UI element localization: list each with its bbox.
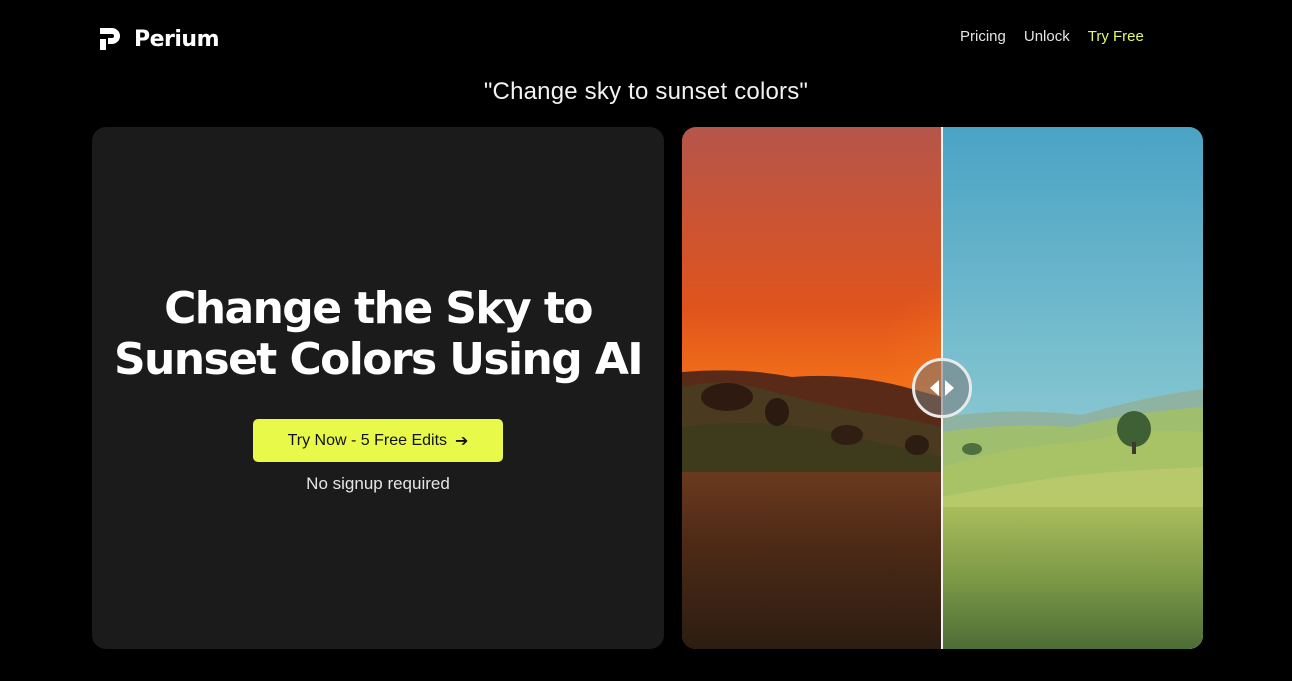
- try-now-button[interactable]: Try Now - 5 Free Edits ➔: [253, 419, 503, 462]
- compare-handle-icon[interactable]: [912, 358, 972, 418]
- arrow-right-icon: ➔: [455, 432, 469, 450]
- prompt-text: "Change sky to sunset colors": [483, 78, 809, 105]
- page: Perium Pricing Unlock Try Free "Change s…: [0, 0, 1292, 681]
- site-header: Perium Pricing Unlock Try Free: [0, 0, 1292, 78]
- perium-logo-icon: [100, 28, 120, 50]
- nav-pricing-link[interactable]: Pricing: [960, 28, 1006, 45]
- chevron-left-icon: [930, 380, 939, 396]
- hero-card: Change the Sky to Sunset Colors Using AI…: [92, 127, 664, 649]
- before-after-comparison[interactable]: [682, 127, 1203, 649]
- nav-unlock-link[interactable]: Unlock: [1024, 28, 1070, 45]
- main-nav: Pricing Unlock Try Free: [960, 28, 1144, 45]
- hero-title-line-2: Sunset Colors Using AI: [113, 334, 644, 385]
- brand-logo[interactable]: Perium: [98, 24, 220, 54]
- chevron-right-icon: [945, 380, 954, 396]
- hero-title-line-1: Change the Sky to: [164, 283, 593, 334]
- nav-try-free-link[interactable]: Try Free: [1088, 28, 1144, 45]
- signup-note: No signup required: [306, 474, 450, 493]
- try-now-label: Try Now - 5 Free Edits: [287, 431, 448, 449]
- hero-title: Change the Sky to Sunset Colors Using AI: [92, 283, 664, 385]
- brand-name: Perium: [134, 26, 220, 52]
